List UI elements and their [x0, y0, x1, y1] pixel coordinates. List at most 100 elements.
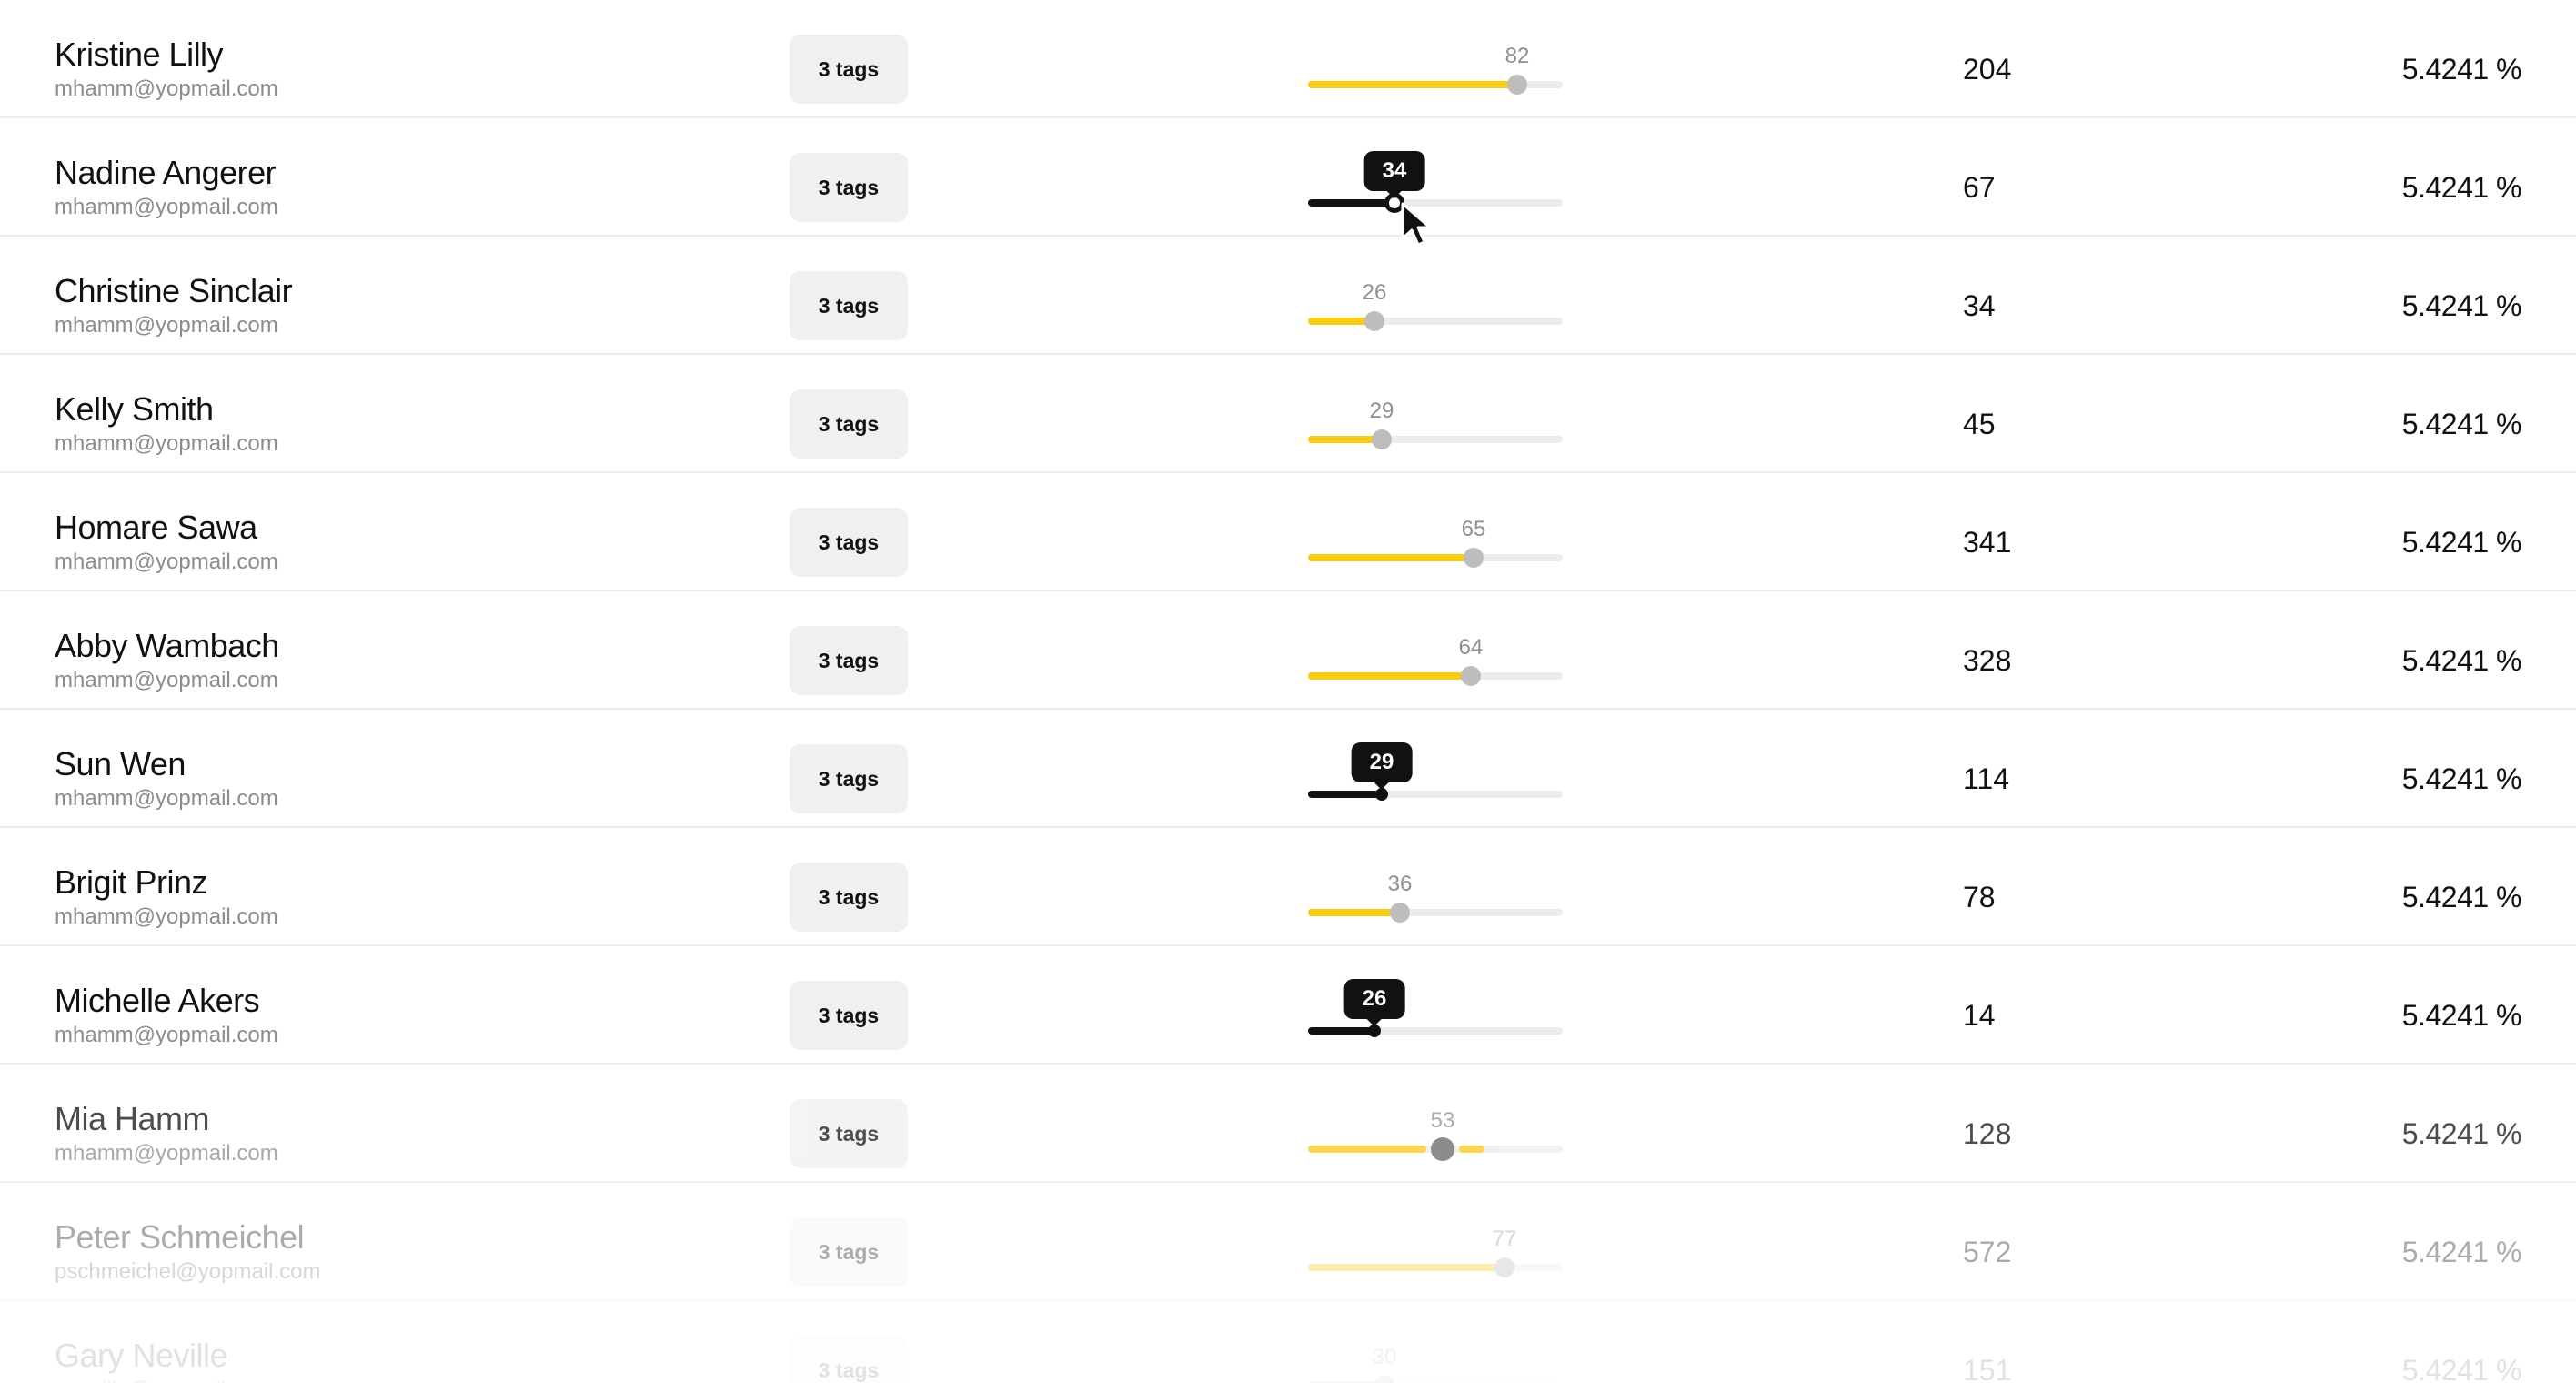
person-email: mhamm@yopmail.com — [55, 313, 278, 338]
tags-button[interactable]: 3 tags — [790, 508, 908, 577]
count-value: 14 — [1963, 999, 1996, 1032]
slider-fill — [1308, 909, 1400, 916]
slider-value-label: 26 — [1362, 280, 1387, 305]
person-name: Mia Hamm — [55, 1100, 210, 1137]
slider-value-tooltip: 26 — [1343, 979, 1405, 1026]
table-row[interactable]: Homare Sawa mhamm@yopmail.com 3 tags 65 341 5… — [0, 473, 2576, 591]
score-slider[interactable]: 29 — [1308, 399, 1563, 462]
tags-button[interactable]: 3 tags — [790, 744, 908, 813]
slider-value-label: 53 — [1430, 1108, 1455, 1133]
slider-fill — [1308, 436, 1382, 443]
tags-button[interactable]: 3 tags — [790, 1336, 908, 1383]
score-slider[interactable]: 26 — [1308, 979, 1563, 1054]
person-name: Peter Schmeichel — [55, 1218, 305, 1256]
table-row[interactable]: Nadine Angerer mhamm@yopmail.com 3 tags 34 6… — [0, 118, 2576, 237]
score-slider[interactable]: 29 — [1308, 742, 1563, 817]
slider-fill — [1308, 672, 1471, 680]
slider-fill — [1308, 1027, 1374, 1035]
score-slider[interactable]: 30 — [1308, 1345, 1563, 1383]
count-value: 67 — [1963, 171, 1996, 204]
score-slider[interactable]: 64 — [1308, 635, 1563, 699]
percentage-value: 5.4241 % — [2401, 999, 2522, 1032]
tags-button[interactable]: 3 tags — [790, 981, 908, 1050]
person-email: mhamm@yopmail.com — [55, 786, 278, 811]
count-value: 114 — [1963, 762, 2010, 795]
percentage-value: 5.4241 % — [2401, 171, 2522, 204]
score-slider[interactable]: 65 — [1308, 517, 1563, 580]
table-row[interactable]: Kristine Lilly mhamm@yopmail.com 3 tags 82 2… — [0, 0, 2576, 118]
slider-fill — [1308, 1146, 1426, 1153]
person-email: mhamm@yopmail.com — [55, 195, 278, 219]
count-value: 204 — [1963, 53, 2012, 86]
score-slider[interactable]: 82 — [1308, 44, 1563, 107]
table-row[interactable]: Gary Neville gneville@yopmail.com 3 tags 30… — [0, 1301, 2576, 1383]
score-slider[interactable]: 26 — [1308, 280, 1563, 344]
tags-button[interactable]: 3 tags — [790, 626, 908, 695]
percentage-value: 5.4241 % — [2401, 881, 2522, 914]
tags-button[interactable]: 3 tags — [790, 389, 908, 459]
person-name: Gary Neville — [55, 1337, 228, 1374]
percentage-value: 5.4241 % — [2401, 289, 2522, 322]
table-row[interactable]: Peter Schmeichel pschmeichel@yopmail.com 3… — [0, 1183, 2576, 1301]
count-value: 151 — [1963, 1354, 2012, 1383]
slider-thumb[interactable] — [1368, 1025, 1381, 1037]
slider-value-tooltip: 29 — [1351, 742, 1413, 790]
slider-thumb[interactable] — [1390, 903, 1410, 923]
slider-thumb[interactable] — [1374, 1376, 1394, 1383]
table-row[interactable]: Mia Hamm mhamm@yopmail.com 3 tags 53 128 5.42… — [0, 1065, 2576, 1183]
slider-thumb[interactable] — [1507, 75, 1527, 95]
slider-fill — [1308, 791, 1382, 798]
person-name: Nadine Angerer — [55, 154, 277, 191]
count-value: 341 — [1963, 526, 2012, 559]
table-row[interactable]: Christine Sinclair mhamm@yopmail.com 3 tag… — [0, 237, 2576, 355]
slider-thumb[interactable] — [1372, 429, 1392, 449]
slider-thumb[interactable] — [1364, 311, 1384, 331]
table-row[interactable]: Michelle Akers mhamm@yopmail.com 3 tags 26 1… — [0, 946, 2576, 1065]
slider-thumb[interactable] — [1494, 1257, 1514, 1277]
tags-button[interactable]: 3 tags — [790, 153, 908, 222]
score-slider[interactable]: 53 — [1308, 1108, 1563, 1172]
slider-thumb[interactable] — [1464, 548, 1484, 568]
slider-fill — [1308, 554, 1474, 561]
slider-thumb[interactable] — [1375, 788, 1388, 801]
person-name: Homare Sawa — [55, 509, 257, 546]
count-value: 328 — [1963, 644, 2012, 677]
count-value: 45 — [1963, 408, 1996, 440]
count-value: 78 — [1963, 881, 1996, 914]
slider-value-label: 77 — [1492, 1227, 1517, 1251]
slider-value-label: 36 — [1387, 872, 1413, 896]
slider-thumb[interactable] — [1461, 666, 1481, 686]
percentage-value: 5.4241 % — [2401, 762, 2522, 795]
percentage-value: 5.4241 % — [2401, 644, 2522, 677]
person-email: mhamm@yopmail.com — [55, 1141, 278, 1166]
table-row[interactable]: Sun Wen mhamm@yopmail.com 3 tags 29 114 5.424… — [0, 710, 2576, 828]
count-value: 128 — [1963, 1117, 2012, 1150]
percentage-value: 5.4241 % — [2401, 1117, 2522, 1150]
slider-fill-ghost — [1459, 1146, 1484, 1153]
tags-button[interactable]: 3 tags — [790, 35, 908, 104]
score-slider[interactable]: 34 — [1308, 151, 1563, 226]
tags-button[interactable]: 3 tags — [790, 1217, 908, 1287]
person-email: mhamm@yopmail.com — [55, 668, 278, 692]
person-email: mhamm@yopmail.com — [55, 904, 278, 929]
slider-value-label: 82 — [1504, 44, 1530, 68]
tags-button[interactable]: 3 tags — [790, 271, 908, 340]
percentage-value: 5.4241 % — [2401, 408, 2522, 440]
person-name: Sun Wen — [55, 745, 186, 782]
slider-fill — [1308, 1264, 1504, 1271]
table-row[interactable]: Kelly Smith mhamm@yopmail.com 3 tags 29 45 5.… — [0, 355, 2576, 473]
score-slider[interactable]: 36 — [1308, 872, 1563, 935]
person-name: Kristine Lilly — [55, 35, 224, 73]
percentage-value: 5.4241 % — [2401, 1354, 2522, 1383]
tags-button[interactable]: 3 tags — [790, 1099, 908, 1168]
table-row[interactable]: Brigit Prinz mhamm@yopmail.com 3 tags 36 78 5… — [0, 828, 2576, 946]
table-row[interactable]: Abby Wambach mhamm@yopmail.com 3 tags 64 328… — [0, 591, 2576, 710]
percentage-value: 5.4241 % — [2401, 526, 2522, 559]
slider-value-label: 64 — [1458, 635, 1484, 660]
slider-thumb[interactable] — [1431, 1137, 1454, 1161]
person-email: mhamm@yopmail.com — [55, 431, 278, 456]
person-name: Michelle Akers — [55, 982, 260, 1019]
tags-button[interactable]: 3 tags — [790, 863, 908, 932]
score-slider[interactable]: 77 — [1308, 1227, 1563, 1290]
slider-value-label: 65 — [1461, 517, 1486, 541]
